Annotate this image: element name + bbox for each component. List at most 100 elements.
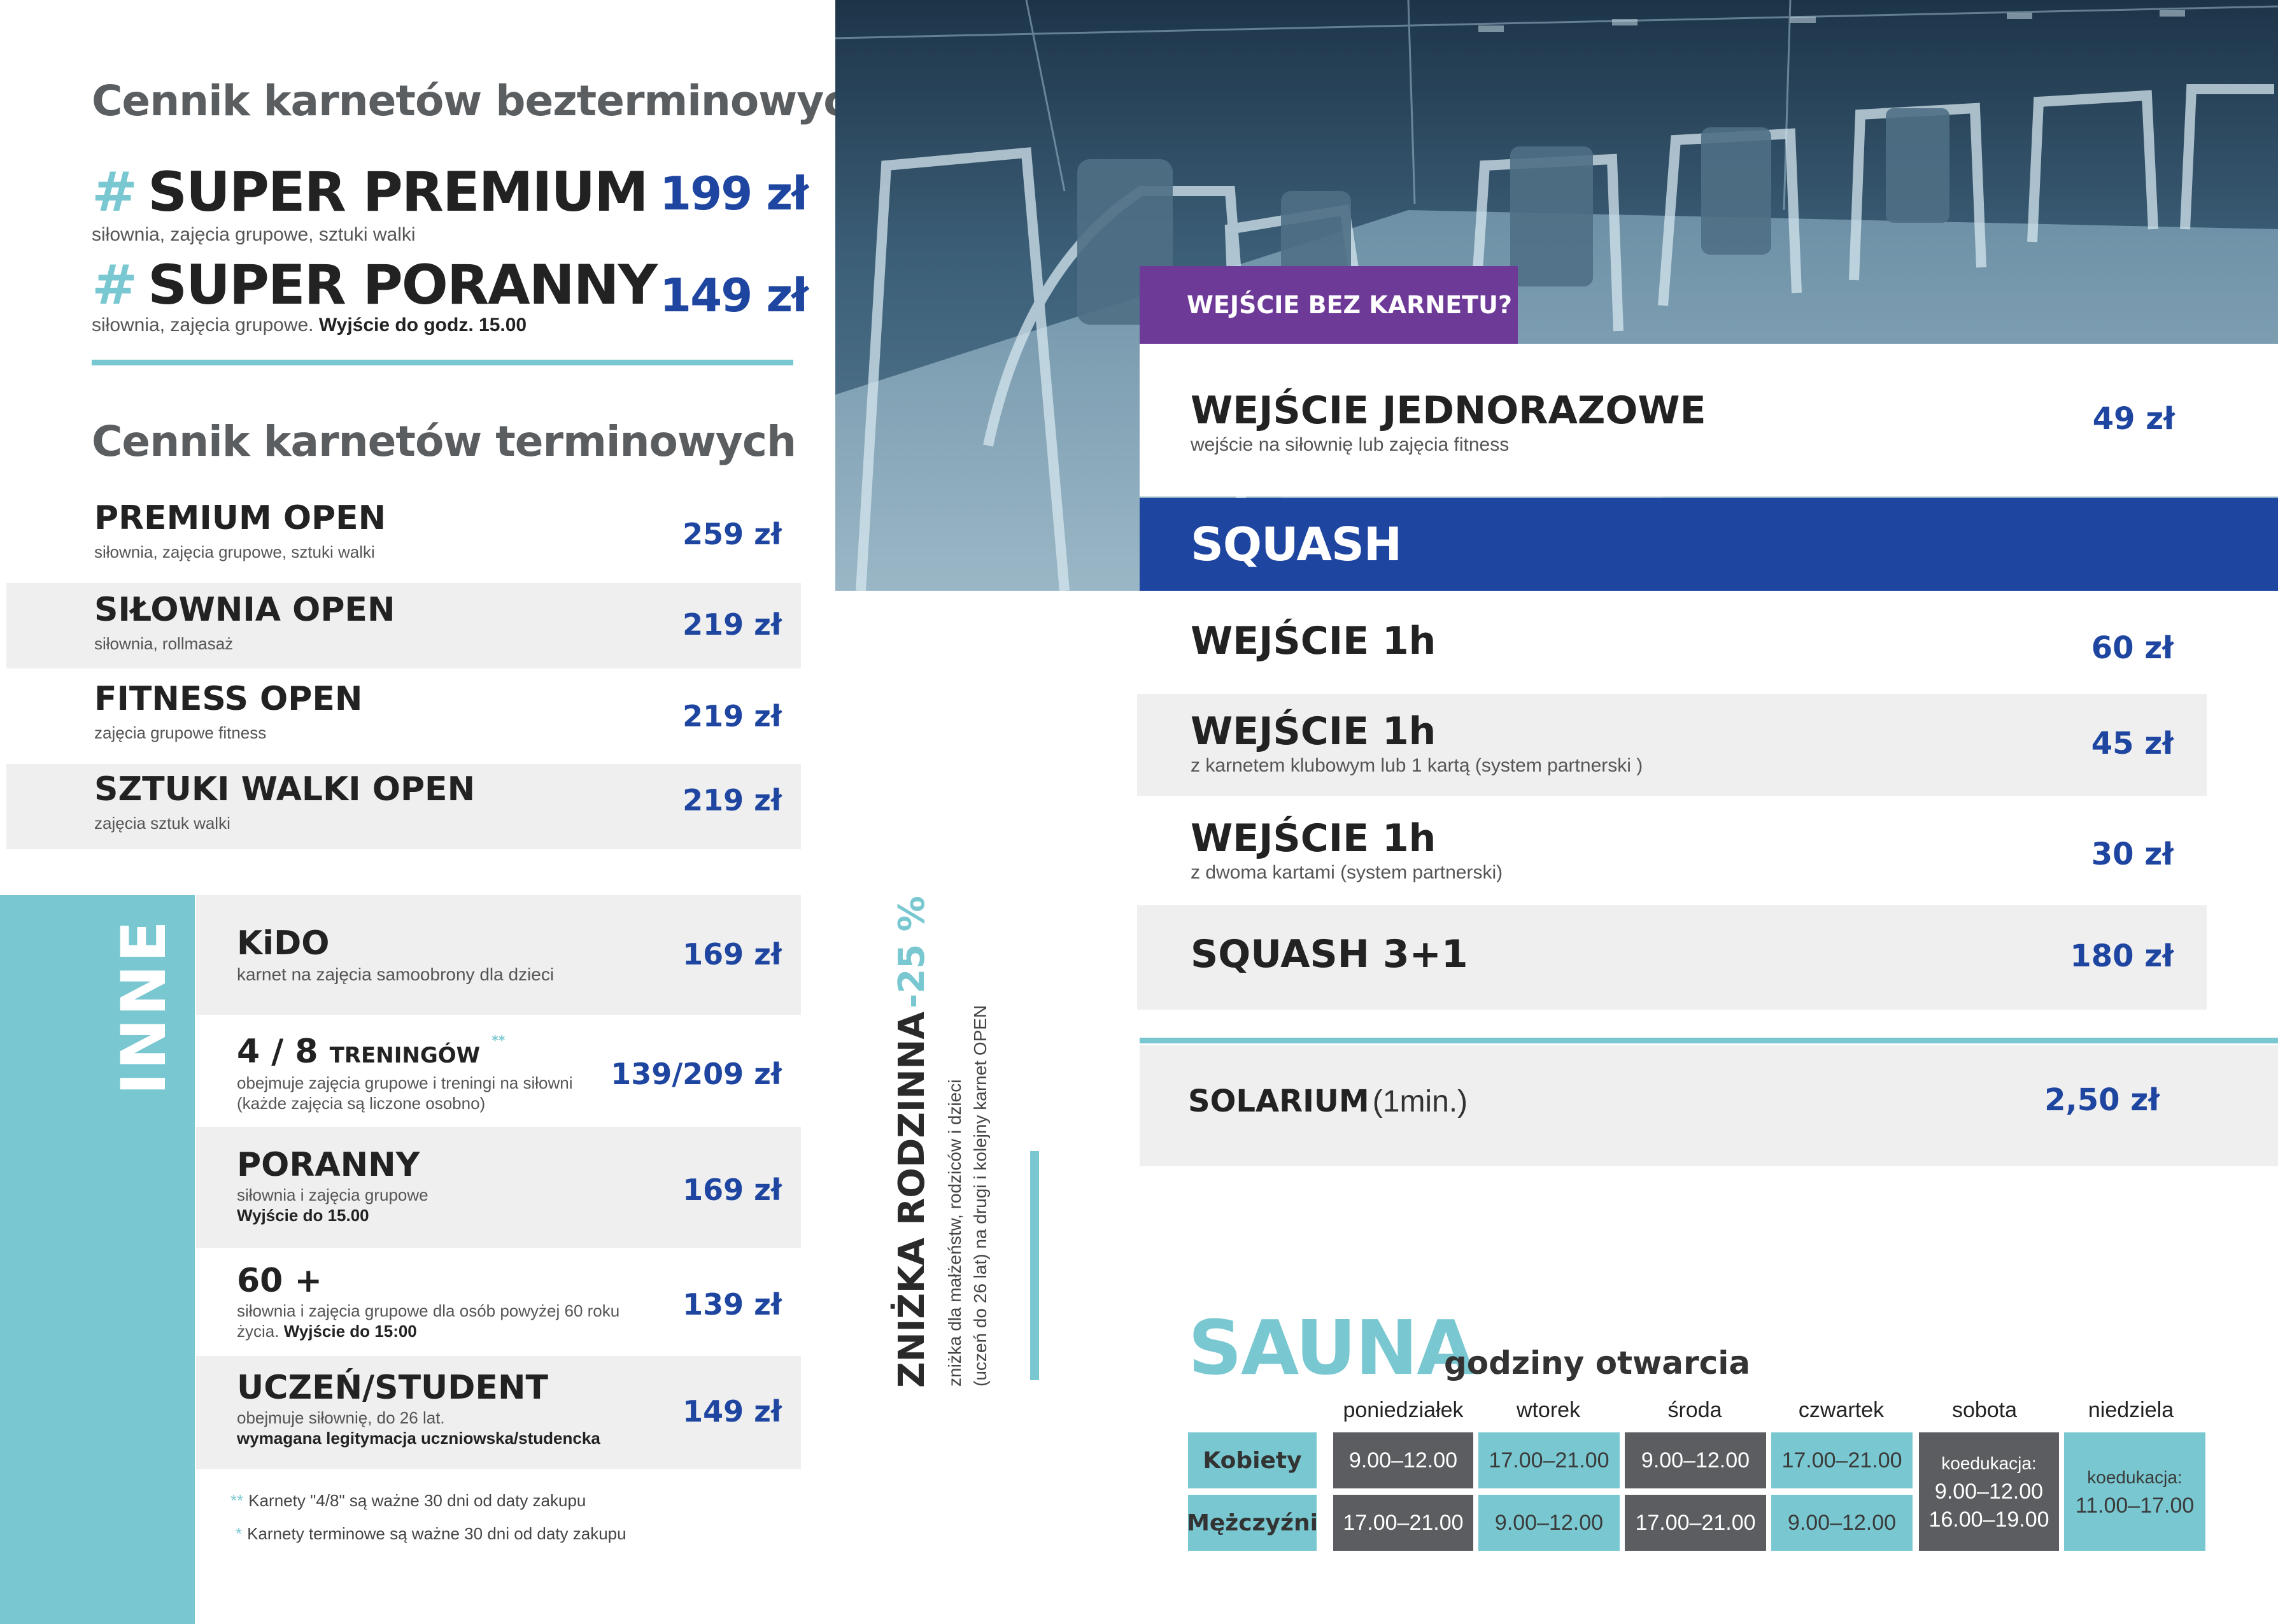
item-price: 259 zł [683,517,782,551]
footnote-text: Karnety terminowe są ważne 30 dni od dat… [247,1524,626,1543]
inne-label: INNE [108,918,180,1095]
item-desc: obejmuje siłownię, do 26 lat. [237,1408,445,1427]
item-price: 169 zł [683,937,782,971]
item-title: PORANNY [237,1146,420,1184]
list-item: SZTUKI WALKI OPEN zajęcia sztuk walki 21… [6,764,801,849]
single-entry-row: WEJŚCIE JEDNORAZOWE wejście na siłownię … [1140,344,2278,497]
squash-heading: SQUASH [1140,498,2278,591]
item-price: 219 zł [683,699,782,733]
schedule-cell: 17.00–21.00 [1625,1495,1766,1551]
single-entry-desc: wejście na siłownię lub zajęcia fitness [1191,434,1510,455]
day-header: sobota [1951,1398,2018,1422]
list-item: 4 / 8 TRENINGÓW ** obejmuje zajęcia grup… [196,1016,801,1126]
discount-title: ZNIŻKA RODZINNA -25 % [891,896,933,1388]
squash-row: SQUASH 3+1 180 zł [1137,905,2207,1010]
squash-row-title: WEJŚCIE 1h [1191,816,1436,861]
item-price: 169 zł [683,1173,782,1207]
row-label-men: Mężczyźni [1187,1495,1318,1551]
super-poranny-title: # SUPER PORANNY [92,253,658,317]
day-header: niedziela [2088,1398,2174,1422]
item-title: FITNESS OPEN [94,680,363,718]
note-marker: * [236,1524,243,1543]
footnote: ** Karnety "4/8" są ważne 30 dni od daty … [230,1491,586,1511]
item-desc-plain: życia. [237,1322,279,1341]
item-desc: siłownia, rollmasaż [94,634,234,653]
squash-row-desc: z karnetem klubowym lub 1 kartą (system … [1191,755,1643,776]
squash-row: WEJŚCIE 1h z karnetem klubowym lub 1 kar… [1137,694,2207,796]
day-header: poniedziałek [1343,1398,1464,1422]
solarium-unit: (1min.) [1372,1085,1468,1119]
item-title: KiDO [237,924,330,963]
hash-icon: # [92,253,138,317]
item-price: 139 zł [683,1287,782,1322]
sauna-title: SAUNA [1188,1304,1475,1392]
coed-hours: 11.00–17.00 [2075,1493,2195,1518]
discount-line2: (uczeń do 26 lat) na drugi i kolejny kar… [970,1005,990,1387]
footnote: * Karnety terminowe są ważne 30 dni od da… [236,1524,626,1544]
item-title-number: 4 / 8 [237,1033,318,1071]
note-marker: ** [230,1491,244,1510]
list-item: PREMIUM OPEN siłownia, zajęcia grupowe, … [6,495,801,582]
solarium-price: 2,50 zł [2044,1082,2160,1118]
item-title-small: TRENINGÓW [329,1043,481,1068]
coed-hours: 16.00–19.00 [1928,1507,2049,1532]
squash-row-price: 45 zł [2091,726,2174,761]
row-label-women: Kobiety [1188,1432,1317,1488]
super-premium-price: 199 zł [660,167,809,220]
super-poranny-name: SUPER PORANNY [148,253,658,317]
item-title: 4 / 8 TRENINGÓW ** [237,1033,505,1071]
single-entry-price: 49 zł [2092,401,2175,437]
item-desc: zajęcia grupowe fitness [94,723,267,742]
item-desc-note: (każde zajęcia są liczone osobno) [237,1094,486,1113]
solarium-row: SOLARIUM (1min.) 2,50 zł [1140,1045,2278,1166]
item-price: 149 zł [683,1394,782,1429]
heading-terminowe: Cennik karnetów terminowych [92,417,796,466]
schedule-cell: 9.00–12.00 [1478,1495,1620,1551]
coed-hours: 9.00–12.00 [1934,1479,2044,1504]
day-header: czwartek [1798,1398,1885,1422]
coed-label: koedukacja: [2087,1467,2182,1487]
list-item: 60 + siłownia i zajęcia grupowe dla osób… [196,1249,801,1355]
divider [1140,1038,2278,1043]
list-item: PORANNY siłownia i zajęcia grupowe Wyjśc… [196,1127,801,1248]
item-title: SIŁOWNIA OPEN [94,591,395,629]
item-desc-bold: Wyjście do 15:00 [283,1322,417,1341]
note-marker: ** [492,1033,506,1048]
super-premium-name: SUPER PREMIUM [148,160,649,224]
list-item: FITNESS OPEN zajęcia grupowe fitness 219… [6,670,801,761]
schedule-cell-saturday: koedukacja: 9.00–12.00 16.00–19.00 [1919,1432,2059,1551]
squash-row: WEJŚCIE 1h z dwoma kartami (system partn… [1137,797,2207,904]
item-desc-bold: Wyjście do 15.00 [237,1204,369,1226]
heading-bezterminowe: Cennik karnetów bezterminowych [92,76,877,125]
solarium-name: SOLARIUM [1188,1084,1369,1119]
list-item: SIŁOWNIA OPEN siłownia, rollmasaż 219 zł [6,583,801,668]
discount-percent: -25 % [891,896,933,1009]
solarium-title: SOLARIUM (1min.) [1188,1084,1468,1119]
item-desc: zajęcia sztuk walki [94,814,230,833]
item-price: 139/209 zł [611,1057,782,1091]
schedule-cell-sunday: koedukacja: 11.00–17.00 [2064,1432,2205,1551]
item-desc: obejmuje zajęcia grupowe i treningi na s… [237,1073,573,1092]
item-desc: siłownia, zajęcia grupowe, sztuki walki [94,542,375,561]
single-entry-title: WEJŚCIE JEDNORAZOWE [1191,388,1706,433]
squash-row-price: 30 zł [2091,837,2174,872]
item-title: PREMIUM OPEN [94,499,386,537]
super-premium-desc: siłownia, zajęcia grupowe, sztuki walki [92,224,416,245]
item-desc-bold-text: Wyjście do 15.00 [237,1206,369,1225]
day-header: wtorek [1516,1398,1581,1422]
super-poranny-price: 149 zł [660,269,809,322]
sauna-subtitle: godziny otwarcia [1444,1345,1751,1381]
schedule-cell: 9.00–12.00 [1625,1432,1766,1488]
list-item: UCZEŃ/STUDENT obejmuje siłownię, do 26 l… [196,1356,801,1469]
squash-row-title: SQUASH 3+1 [1191,932,1468,977]
squash-row-title: WEJŚCIE 1h [1191,619,1436,663]
item-title: 60 + [237,1262,323,1300]
hash-icon: # [92,160,138,224]
schedule-cell: 9.00–12.00 [1771,1495,1913,1551]
item-desc-2: życia. Wyjście do 15:00 [237,1320,417,1342]
super-premium-title: # SUPER PREMIUM [92,160,649,224]
squash-row-title: WEJŚCIE 1h [1191,709,1436,754]
item-desc-bold-text: wymagana legitymacja uczniowska/studenck… [237,1429,600,1448]
footnote-text: Karnety "4/8" są ważne 30 dni od daty za… [248,1491,586,1510]
discount-title-text: ZNIŻKA RODZINNA [891,1012,933,1388]
